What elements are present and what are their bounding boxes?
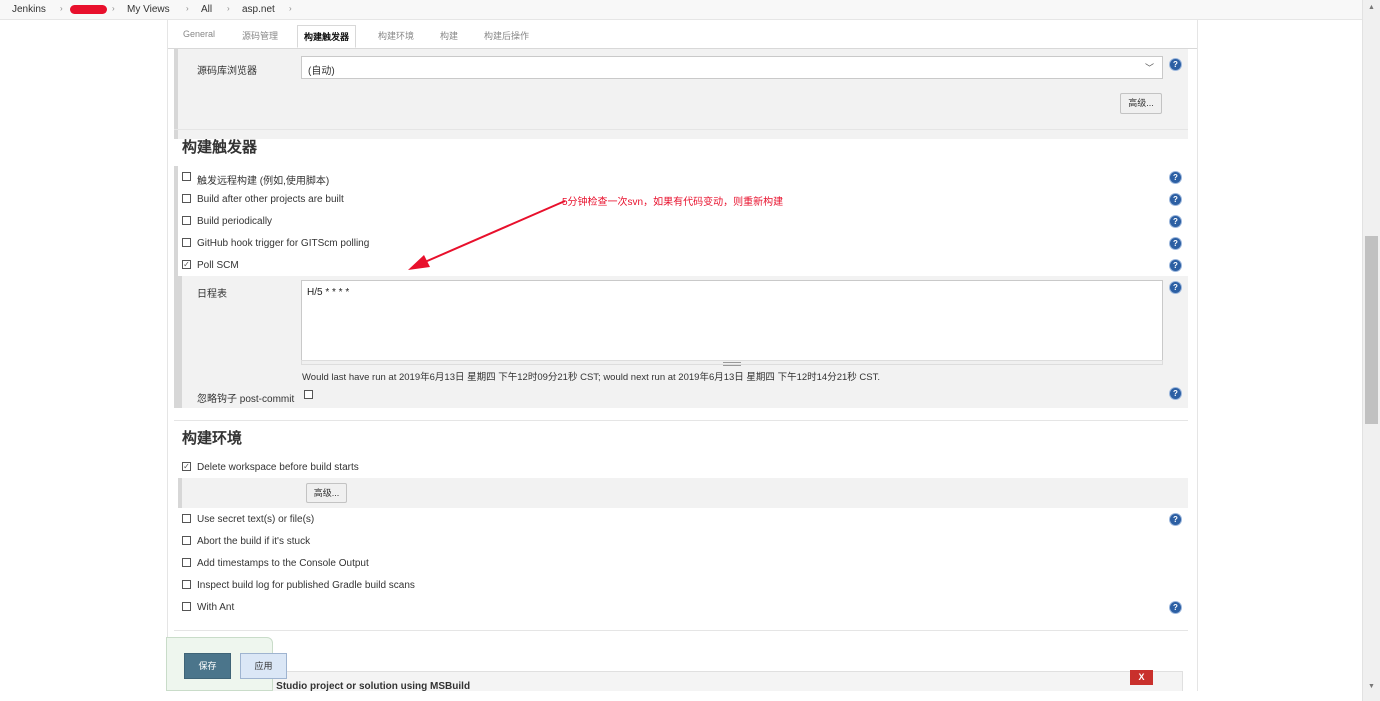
help-icon[interactable]: ? xyxy=(1170,260,1181,271)
help-icon[interactable]: ? xyxy=(1170,282,1181,293)
save-button[interactable]: 保存 xyxy=(184,653,231,679)
scm-browser-label: 源码库浏览器 xyxy=(197,66,257,77)
gradle-scans-checkbox[interactable] xyxy=(182,580,191,589)
scroll-up-icon[interactable]: ▲ xyxy=(1368,4,1375,11)
trigger-periodic-label: Build periodically xyxy=(197,216,273,227)
breadcrumb-separator: › xyxy=(186,4,189,13)
textarea-resize-handle[interactable] xyxy=(301,360,1163,366)
help-icon[interactable]: ? xyxy=(1170,172,1181,183)
with-ant-label: With Ant xyxy=(197,602,235,613)
help-icon[interactable]: ? xyxy=(1170,238,1181,249)
scroll-down-icon[interactable]: ▼ xyxy=(1368,683,1375,690)
trigger-remote-checkbox[interactable] xyxy=(182,172,191,181)
vertical-scrollbar[interactable]: ▲ ▼ xyxy=(1362,0,1380,701)
apply-button[interactable]: 应用 xyxy=(240,653,287,679)
tab-post-build[interactable]: 构建后操作 xyxy=(484,29,529,42)
save-apply-bar: 保存 应用 xyxy=(166,637,287,691)
scm-browser-select[interactable]: (自动) ﹀ xyxy=(301,56,1163,79)
chevron-down-icon: ﹀ xyxy=(1144,63,1154,73)
scm-browser-value: (自动) xyxy=(308,66,335,77)
config-panel: General 源码管理 构建触发器 构建环境 构建 构建后操作 源码库浏览器 … xyxy=(167,20,1198,691)
gradle-scans-label: Inspect build log for published Gradle b… xyxy=(197,580,415,591)
secret-text-label: Use secret text(s) or file(s) xyxy=(197,514,315,525)
breadcrumb-separator: › xyxy=(112,4,115,13)
section-title-env: 构建环境 xyxy=(182,430,243,447)
tab-general[interactable]: General xyxy=(183,29,215,39)
help-icon[interactable]: ? xyxy=(1170,216,1181,227)
breadcrumb-my-views[interactable]: My Views xyxy=(127,4,170,15)
annotation-note: 5分钟检查一次svn，如果有代码变动，则重新构建 xyxy=(562,197,784,208)
timestamps-label: Add timestamps to the Console Output xyxy=(197,558,369,569)
poll-scm-block-indent xyxy=(178,276,182,408)
trigger-periodic-checkbox[interactable] xyxy=(182,216,191,225)
redacted-user-mark xyxy=(70,5,107,14)
divider xyxy=(174,129,1188,130)
schedule-hint: Would last have run at 2019年6月13日 星期四 下午… xyxy=(302,372,880,383)
schedule-label: 日程表 xyxy=(197,289,227,300)
scrollbar-thumb[interactable] xyxy=(1365,236,1378,424)
config-tabs: General 源码管理 构建触发器 构建环境 构建 构建后操作 xyxy=(168,20,1197,49)
trigger-github-hook-label: GitHub hook trigger for GITScm polling xyxy=(197,238,370,249)
secret-text-checkbox[interactable] xyxy=(182,514,191,523)
abort-stuck-checkbox[interactable] xyxy=(182,536,191,545)
tab-build[interactable]: 构建 xyxy=(440,29,458,42)
with-ant-checkbox[interactable] xyxy=(182,602,191,611)
section-title-triggers: 构建触发器 xyxy=(182,139,258,156)
breadcrumb-all[interactable]: All xyxy=(201,4,212,15)
breadcrumb: Jenkins › › My Views › All › asp.net › xyxy=(0,0,1362,20)
help-icon[interactable]: ? xyxy=(1170,194,1181,205)
scm-advanced-button[interactable]: 高级... xyxy=(1120,93,1162,114)
annotation-arrow-icon xyxy=(408,200,566,270)
breadcrumb-separator: › xyxy=(289,4,292,13)
breadcrumb-asp-net[interactable]: asp.net xyxy=(242,4,275,15)
ignore-hooks-label: 忽略钩子 post-commit xyxy=(197,394,295,405)
schedule-textarea[interactable]: H/5 * * * * xyxy=(301,280,1163,361)
delete-workspace-block-indent xyxy=(178,478,182,508)
breadcrumb-separator: › xyxy=(60,4,63,13)
delete-workspace-checkbox[interactable]: ✓ xyxy=(182,462,191,471)
breadcrumb-separator: › xyxy=(227,4,230,13)
help-icon[interactable]: ? xyxy=(1170,514,1181,525)
delete-step-button[interactable]: X xyxy=(1130,670,1153,685)
abort-stuck-label: Abort the build if it's stuck xyxy=(197,536,311,547)
timestamps-checkbox[interactable] xyxy=(182,558,191,567)
delete-workspace-label: Delete workspace before build starts xyxy=(197,462,359,473)
trigger-poll-scm-checkbox[interactable]: ✓ xyxy=(182,260,191,269)
trigger-poll-scm-label: Poll SCM xyxy=(197,260,239,271)
divider xyxy=(174,420,1188,421)
divider xyxy=(174,630,1188,631)
trigger-remote-label: 触发远程构建 (例如,使用脚本) xyxy=(197,176,330,187)
help-icon[interactable]: ? xyxy=(1170,602,1181,613)
env-advanced-button[interactable]: 高级... xyxy=(306,483,347,503)
scm-block-indent xyxy=(174,49,178,139)
trigger-after-projects-label: Build after other projects are built xyxy=(197,194,344,205)
ignore-hooks-checkbox[interactable] xyxy=(304,390,313,399)
trigger-github-hook-checkbox[interactable] xyxy=(182,238,191,247)
tab-build-env[interactable]: 构建环境 xyxy=(378,29,414,42)
help-icon[interactable]: ? xyxy=(1170,388,1181,399)
trigger-after-projects-checkbox[interactable] xyxy=(182,194,191,203)
tab-scm[interactable]: 源码管理 xyxy=(242,29,278,42)
tab-build-triggers[interactable]: 构建触发器 xyxy=(297,25,357,48)
breadcrumb-jenkins[interactable]: Jenkins xyxy=(12,4,46,15)
help-icon[interactable]: ? xyxy=(1170,59,1181,70)
